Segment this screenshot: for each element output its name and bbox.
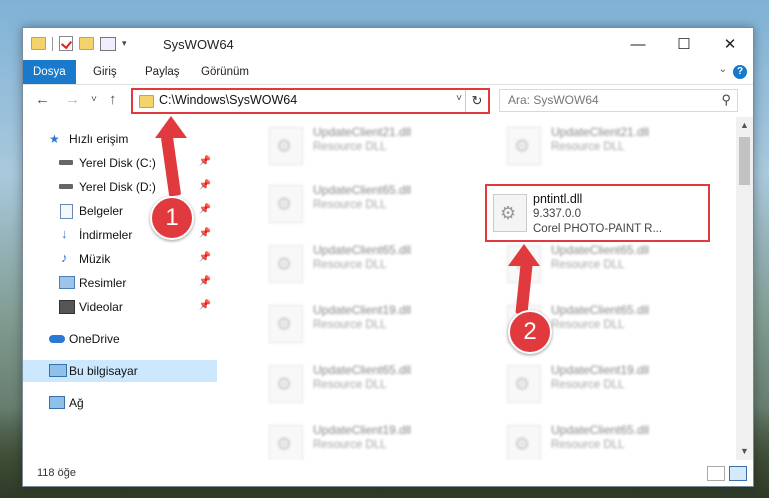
status-bar: 118 öğe [23,460,753,486]
file-item[interactable]: UpdateClient65.dll Resource DLL [247,355,477,409]
dll-file-icon [269,365,303,403]
sidebar-item-local-disk-d[interactable]: Yerel Disk (D:) 📌 [23,176,217,198]
pictures-icon [59,276,75,289]
file-item[interactable]: UpdateClient65.dll Resource DLL [485,415,715,463]
tiles-view-icon[interactable] [729,466,747,481]
drive-icon [59,160,73,165]
address-dropdown[interactable]: ˅ [456,93,462,104]
chevron-down-icon[interactable]: ⌄ [719,64,727,75]
file-item[interactable]: UpdateClient21.dll Resource DLL [485,117,715,171]
videos-icon [59,300,75,314]
maximize-button[interactable]: ☐ [661,28,707,60]
dll-file-icon [269,305,303,343]
pin-icon[interactable]: 📌 [199,228,211,239]
up-button[interactable]: ↑ [109,91,117,108]
dll-file-icon [507,365,541,403]
explorer-window: ▾ SysWOW64 — ☐ ✕ Dosya Giriş Paylaş Görü… [22,27,754,487]
sidebar-item-quick-access[interactable]: ★ Hızlı erişim [23,128,217,150]
pin-icon[interactable]: 📌 [199,156,211,167]
dll-file-icon [269,127,303,165]
divider [52,36,53,51]
star-icon: ★ [49,132,60,146]
file-item[interactable]: UpdateClient65.dll Resource DLL [247,175,477,229]
callout-2: 2 [508,310,552,354]
details-view-icon[interactable] [707,466,725,481]
dll-file-icon [269,185,303,223]
properties-icon[interactable] [100,36,116,51]
dll-file-icon [269,425,303,463]
download-icon: ↓ [61,226,68,241]
help-icon[interactable]: ? [733,65,747,79]
navigation-pane: ★ Hızlı erişim Yerel Disk (C:) 📌 Yerel D… [23,124,219,460]
item-count: 118 öğe [37,467,76,479]
sidebar-item-pictures[interactable]: Resimler 📌 [23,272,217,294]
documents-icon [60,204,73,219]
sidebar-item-network[interactable]: Ağ [23,392,217,414]
search-placeholder: Ara: SysWOW64 [508,93,599,107]
dll-file-icon [269,245,303,283]
quick-access-toolbar: ▾ [31,36,127,51]
title-bar: ▾ SysWOW64 — ☐ ✕ [23,28,753,60]
highlighted-file-item[interactable]: pntintl.dll 9.337.0.0 Corel PHOTO-PAINT … [485,184,710,242]
search-icon[interactable]: ⚲ [721,92,731,108]
close-button[interactable]: ✕ [707,28,753,60]
pin-icon[interactable]: 📌 [199,300,211,311]
sidebar-item-videos[interactable]: Videolar 📌 [23,296,217,318]
pin-icon[interactable]: 📌 [199,180,211,191]
ribbon: Dosya Giriş Paylaş Görünüm ⌄ ? [23,60,753,85]
back-button[interactable]: ← [35,91,50,108]
folder-icon [31,37,46,50]
customize-toolbar-icon[interactable]: ▾ [122,38,127,49]
computer-icon [49,364,67,377]
navigation-bar: ← → ˅ ↑ C:\Windows\SysWOW64 ˅ ↻ Ara: Sys… [23,85,753,117]
recent-locations-button[interactable]: ˅ [91,94,97,105]
address-text[interactable]: C:\Windows\SysWOW64 [159,93,297,107]
file-list: UpdateClient21.dll Resource DLL UpdateCl… [223,117,733,463]
vertical-scrollbar[interactable]: ▲ ▼ [736,117,753,460]
tab-home[interactable]: Giriş [83,60,127,84]
file-item[interactable]: UpdateClient19.dll Resource DLL [247,295,477,349]
address-bar[interactable]: C:\Windows\SysWOW64 ˅ ↻ [131,88,490,114]
pin-icon[interactable]: 📌 [199,252,211,263]
scroll-up-icon[interactable]: ▲ [736,117,753,134]
new-folder-icon[interactable] [79,37,94,50]
sidebar-item-this-pc[interactable]: Bu bilgisayar [23,360,217,382]
file-item[interactable]: UpdateClient19.dll Resource DLL [485,355,715,409]
pin-icon[interactable]: 📌 [199,276,211,287]
drive-icon [59,184,73,189]
pin-icon[interactable]: 📌 [199,204,211,215]
sidebar-item-onedrive[interactable]: OneDrive [23,328,217,350]
tab-view[interactable]: Görünüm [191,60,259,84]
dll-file-icon [507,425,541,463]
file-item[interactable]: UpdateClient19.dll Resource DLL [247,415,477,463]
dll-file-icon [493,194,527,232]
sidebar-item-local-disk-c[interactable]: Yerel Disk (C:) 📌 [23,152,217,174]
scroll-thumb[interactable] [739,137,750,185]
window-title: SysWOW64 [163,37,234,52]
cloud-icon [49,335,65,343]
dll-file-icon [507,127,541,165]
music-icon: ♪ [61,250,68,265]
file-item[interactable]: UpdateClient65.dll Resource DLL [247,235,477,289]
folder-icon [139,95,154,108]
forward-button[interactable]: → [65,91,80,108]
file-item[interactable]: UpdateClient21.dll Resource DLL [247,117,477,171]
sidebar-item-music[interactable]: ♪ Müzik 📌 [23,248,217,270]
refresh-button[interactable]: ↻ [465,90,488,112]
callout-1: 1 [150,196,194,240]
checkmark-icon[interactable] [59,36,73,51]
callout-arrow-2 [508,244,540,266]
search-input[interactable]: Ara: SysWOW64 ⚲ [499,89,738,112]
tab-file[interactable]: Dosya [23,60,76,84]
scroll-down-icon[interactable]: ▼ [736,443,753,460]
minimize-button[interactable]: — [615,28,661,60]
tab-share[interactable]: Paylaş [135,60,190,84]
network-icon [49,396,65,409]
